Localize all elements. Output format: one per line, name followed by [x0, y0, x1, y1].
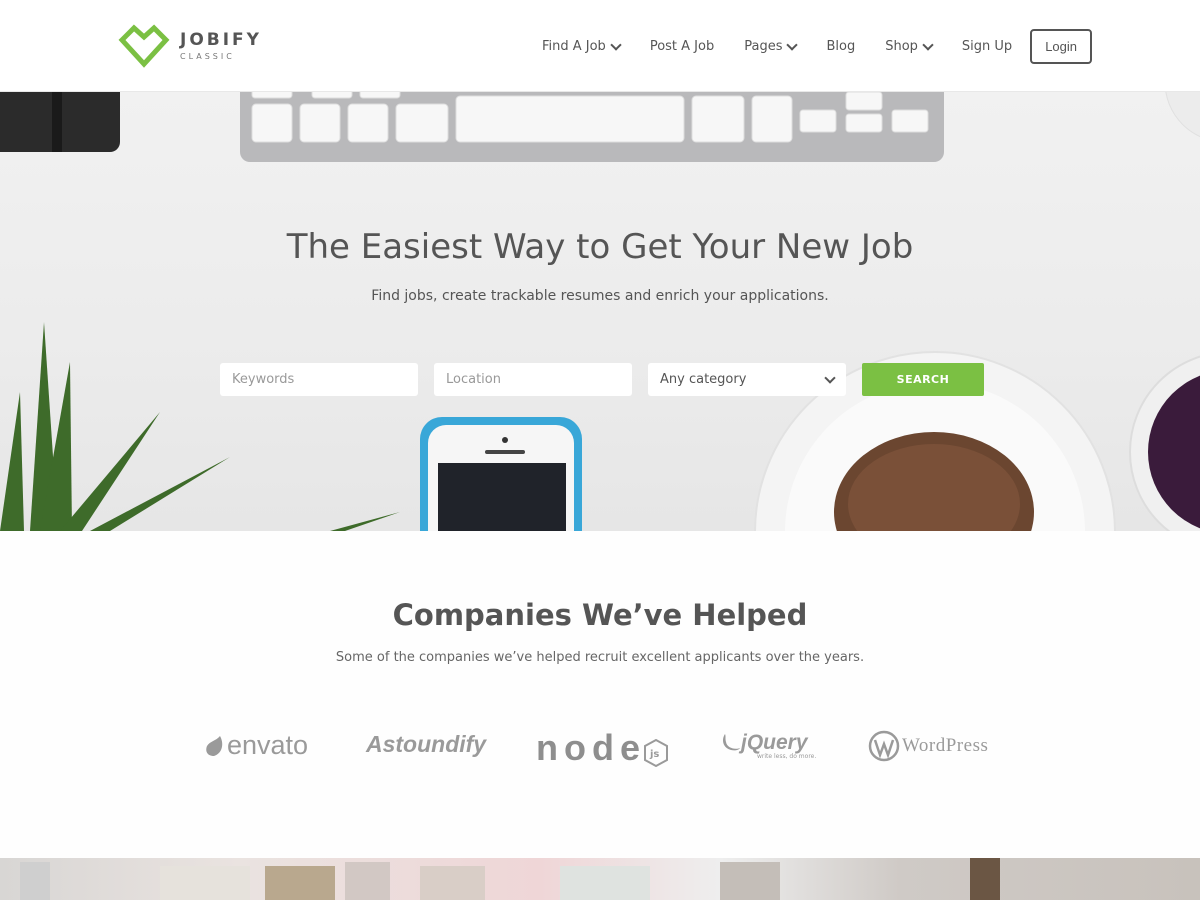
category-select[interactable]: Any category [648, 363, 846, 396]
hero-section: The Easiest Way to Get Your New Job Find… [0, 92, 1200, 531]
nav-item-label: Sign Up [961, 39, 1013, 54]
nodejs-badge: js [650, 749, 660, 760]
astoundify-logo: Astoundify [366, 731, 486, 758]
nodejs-logo: node js [536, 727, 668, 769]
heart-logo-icon [118, 24, 170, 68]
wordpress-w-icon [868, 730, 900, 762]
company-name: jQuery [741, 731, 808, 754]
category-select-value: Any category [660, 372, 747, 387]
brand-name: JOBIFY [180, 30, 262, 50]
company-name: node [536, 727, 646, 768]
nav-item-sign-up[interactable]: Sign Up [962, 30, 1012, 64]
chevron-down-icon [922, 38, 934, 51]
company-name: Astoundify [366, 731, 487, 757]
company-name: envato [227, 730, 309, 760]
section-subtitle: Some of the companies we’ve helped recru… [335, 650, 865, 665]
next-section-background [0, 858, 1200, 900]
hero-subtitle: Find jobs, create trackable resumes and … [371, 288, 829, 304]
hero-title: The Easiest Way to Get Your New Job [286, 227, 914, 267]
keywords-input[interactable] [220, 363, 418, 396]
jquery-tagline: write less, do more. [757, 753, 817, 760]
site-header: JOBIFY CLASSIC Find A Job Post A Job Pag… [0, 0, 1200, 92]
chevron-down-icon [824, 371, 836, 384]
chevron-down-icon [786, 38, 799, 51]
brand-tagline: CLASSIC [180, 52, 235, 61]
desk-background-illustration [0, 92, 1200, 531]
wordpress-logo: WordPress [868, 730, 988, 762]
nav-item-label: Find A Job [541, 39, 606, 54]
main-nav: Find A Job Post A Job Pages Blog Shop Si… [542, 29, 1092, 64]
nav-item-label: Pages [744, 39, 783, 54]
storefront-photo-illustration [20, 858, 1000, 900]
envato-leaf-icon [206, 735, 223, 756]
company-logos: envato Astoundify node js jQuery write l… [0, 727, 1200, 777]
section-title: Companies We’ve Helped [392, 598, 808, 632]
nav-item-label: Blog [826, 39, 856, 54]
brand-logo[interactable]: JOBIFY CLASSIC [116, 24, 262, 68]
nav-item-label: Post A Job [649, 39, 715, 54]
companies-section: Companies We’ve Helped Some of the compa… [0, 531, 1200, 858]
nav-item-post-a-job[interactable]: Post A Job [650, 30, 714, 64]
nav-item-pages[interactable]: Pages [744, 30, 799, 64]
job-search-form: Any category SEARCH [220, 363, 984, 396]
login-button[interactable]: Login [1030, 29, 1092, 64]
jquery-swirl-icon [723, 734, 740, 751]
envato-logo: envato [204, 730, 308, 761]
search-button[interactable]: SEARCH [862, 363, 984, 396]
jquery-logo: jQuery write less, do more. [721, 731, 816, 760]
chevron-down-icon [610, 38, 622, 51]
nav-item-shop[interactable]: Shop [885, 30, 934, 64]
company-name: WordPress [902, 735, 989, 756]
location-input[interactable] [434, 363, 632, 396]
nav-item-blog[interactable]: Blog [826, 30, 855, 64]
nav-item-find-a-job[interactable]: Find A Job [541, 30, 622, 64]
nav-item-label: Shop [885, 39, 918, 54]
